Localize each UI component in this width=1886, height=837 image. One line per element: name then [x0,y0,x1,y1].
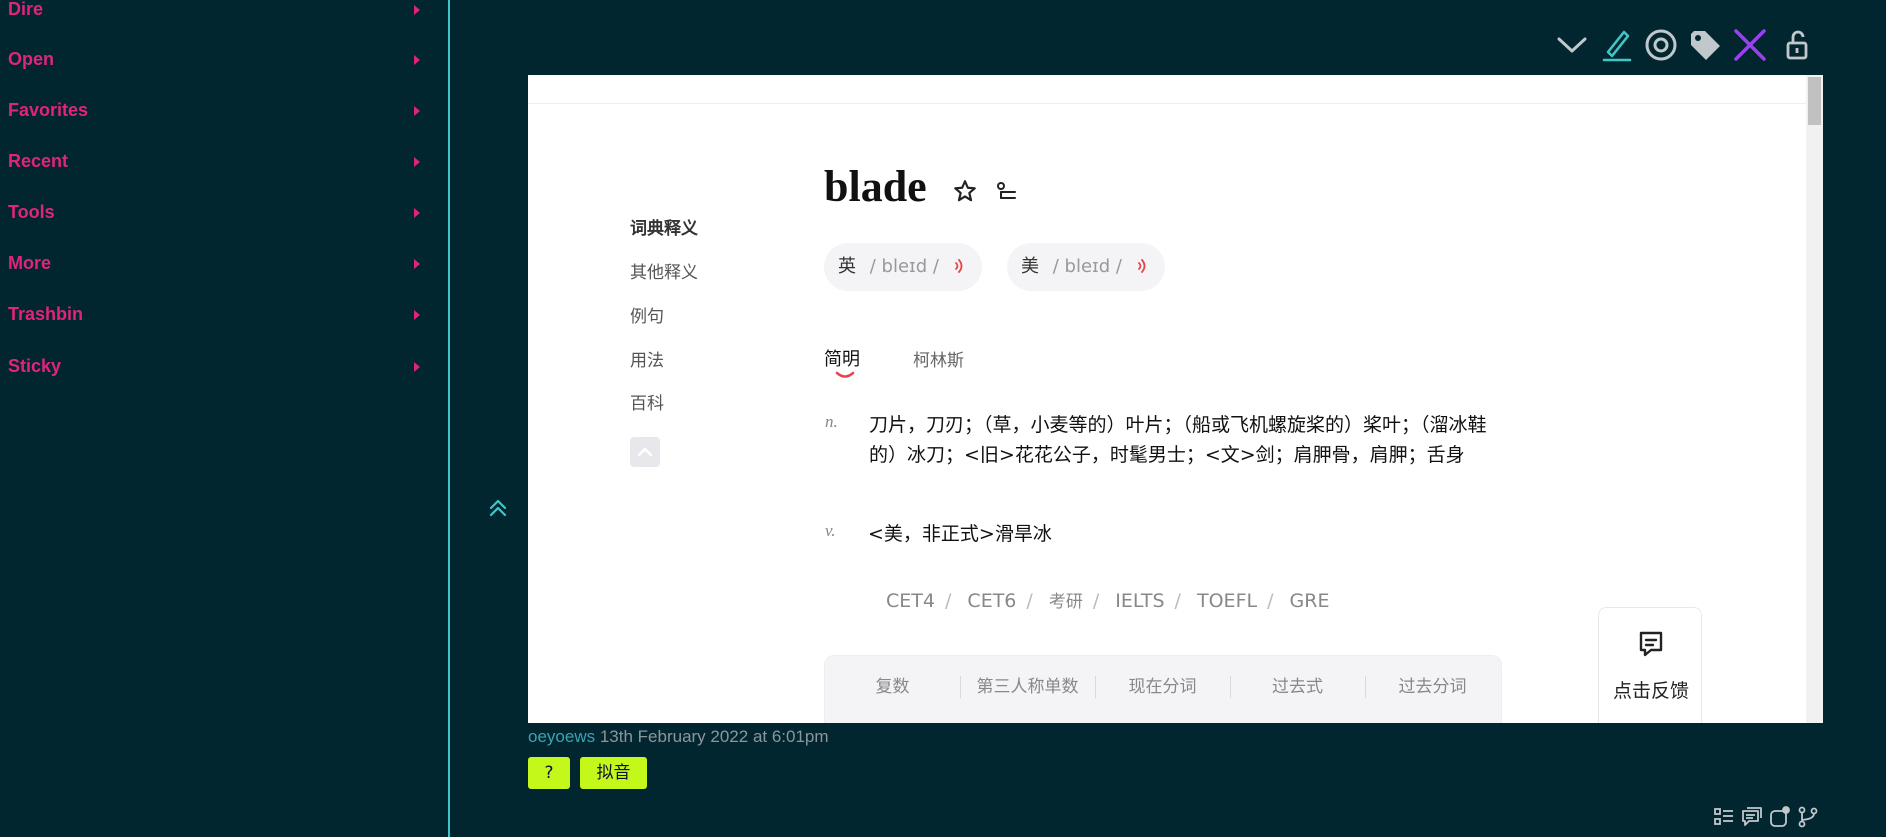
exam-tags: CET4/ CET6/ 考研 / IELTS / TOEFL / GRE [886,590,1330,612]
chevron-up-icon [637,447,653,457]
modified-date: 13th February 2022 at 6:01pm [599,727,829,746]
tag-button[interactable]: ? [528,757,570,789]
comments-icon[interactable] [1741,806,1763,828]
feedback-label: 点击反馈 [1612,680,1689,702]
sidebar: Dire Open Favorites Recent Tools More Tr… [0,0,450,837]
double-chevron-up-icon[interactable] [486,496,510,520]
wordbook-icon[interactable] [995,179,1019,203]
sidebar-item-label: More [8,253,52,273]
sidebar-item-trashbin[interactable]: Trashbin [8,299,428,329]
sidebar-item-favorites[interactable]: Favorites [8,95,428,125]
divider [528,103,1806,104]
dictionary-frame: 词典释义 其他释义 例句 用法 百科 blade 英 / bleɪd / 美 /… [528,75,1823,723]
sidebar-item-label: Open [8,49,55,69]
speaker-icon [1138,259,1146,273]
unlock-icon[interactable] [1779,26,1817,64]
nav-encyclopedia[interactable]: 百科 [630,389,664,414]
word-form-header: 复数 [875,677,910,697]
nav-dict-definition[interactable]: 词典释义 [630,214,698,239]
caret-right-icon [414,259,420,269]
exam-tag: IELTS [1115,590,1165,612]
tab-active-indicator [835,371,855,378]
tag-icon[interactable] [1686,26,1724,64]
tag-button[interactable]: 拟音 [580,757,647,789]
sidebar-item-label: Tools [8,202,55,222]
tab-collins[interactable]: 柯林斯 [913,346,964,371]
exam-tag: GRE [1289,590,1330,612]
sidebar-item-label: Recent [8,151,69,171]
nav-other-definition[interactable]: 其他释义 [630,258,698,283]
definition-text: <美，非正式>滑旱冰 [868,523,1052,545]
caret-right-icon [414,5,420,15]
caret-right-icon [414,157,420,167]
sidebar-item-tools[interactable]: Tools [8,197,428,227]
word-forms-table: 复数 第三人称单数 现在分词 过去式 过去分词 [824,655,1502,723]
caret-right-icon [414,106,420,116]
pen-icon[interactable] [1598,26,1636,64]
scrollbar[interactable] [1806,75,1823,723]
star-icon[interactable] [952,178,978,204]
back-to-top-button[interactable] [630,437,660,467]
nav-usage[interactable]: 用法 [630,346,664,371]
sidebar-item-label: Favorites [8,100,89,120]
part-of-speech: v. [825,521,836,540]
tab-concise[interactable]: 简明 [824,345,860,371]
sidebar-item-label: Trashbin [8,304,84,324]
definition-text: 刀片，刀刃；（草，小麦等的）叶片；（船或飞机螺旋桨的）桨叶；（溜冰鞋的）冰刀；<… [869,414,1487,466]
phonetic-region: 美 [1021,256,1039,277]
word-form-header: 现在分词 [1128,677,1197,697]
target-icon[interactable] [1642,26,1680,64]
exam-tag: TOEFL [1197,590,1258,612]
caret-right-icon [414,362,420,372]
tiddler-meta: oeyoews 13th February 2022 at 6:01pm [528,727,829,747]
git-branch-icon[interactable] [1797,806,1819,828]
word-form-header: 过去分词 [1398,677,1467,697]
word-form-header: 过去式 [1272,677,1323,697]
notification-icon[interactable] [1769,806,1791,828]
feedback-button[interactable]: 点击反馈 [1598,607,1702,723]
sidebar-item-more[interactable]: More [8,248,428,278]
phonetic-us[interactable]: 美 / bleɪd / [1007,243,1165,291]
sidebar-item-recent[interactable]: Recent [8,146,428,176]
checklist-icon[interactable] [1713,806,1735,828]
exam-tag: 考研 [1048,592,1083,612]
exam-tag: CET6 [967,590,1017,612]
caret-right-icon [414,208,420,218]
sidebar-item-sticky[interactable]: Sticky [8,351,428,381]
sidebar-item-open[interactable]: Open [8,44,428,74]
caret-right-icon [414,55,420,65]
word-form-header: 第三人称单数 [976,677,1079,697]
sidebar-item-label: Sticky [8,356,62,376]
phonetic-ipa: / bleɪd / [1052,256,1122,277]
sidebar-item-dire[interactable]: Dire [8,0,428,24]
exam-tag: CET4 [886,590,935,612]
chevron-down-icon[interactable] [1553,26,1591,64]
author-link[interactable]: oeyoews [528,727,595,746]
part-of-speech: n. [825,412,838,431]
sidebar-item-label: Dire [8,0,44,19]
scrollbar-thumb[interactable] [1808,77,1821,125]
headword: blade [824,162,927,211]
close-icon[interactable] [1731,26,1769,64]
phonetic-ipa: / bleɪd / [869,256,939,277]
speaker-icon [955,259,963,273]
nav-examples[interactable]: 例句 [630,302,664,327]
phonetic-region: 英 [838,256,856,277]
feedback-icon [1639,631,1663,657]
caret-right-icon [414,310,420,320]
phonetic-uk[interactable]: 英 / bleɪd / [824,243,982,291]
